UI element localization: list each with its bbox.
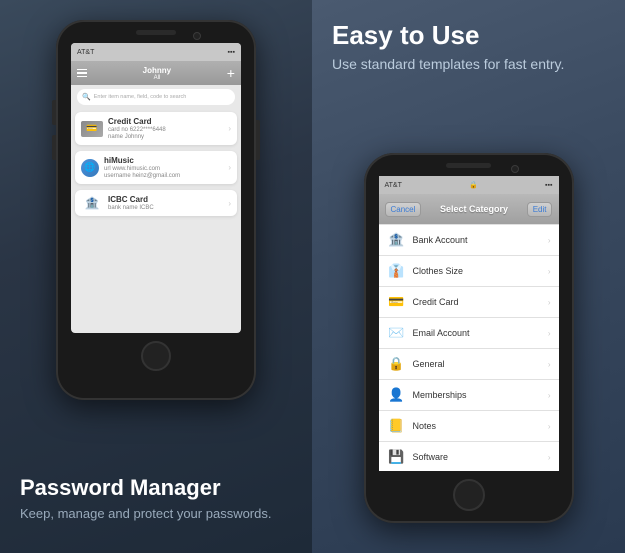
left-headline: Password Manager [20,475,292,501]
credit-card-icon: 💳 [81,121,103,137]
email-account-label: Email Account [413,328,542,338]
notes-label: Notes [413,421,542,431]
screen-right: AT&T 🔒 ▪▪▪ Cancel Select Category Edit 🏦… [379,176,559,471]
bank-account-arrow: › [548,236,551,245]
category-list: 🏦 Bank Account › 👔 Clothes Size › 💳 Cred… [379,224,559,471]
nav-title: Select Category [440,204,508,214]
home-button-right[interactable] [453,479,485,511]
right-panel: Easy to Use Use standard templates for f… [312,0,625,553]
memberships-icon: 👤 [387,385,407,405]
clothes-size-arrow: › [548,267,551,276]
card-himusic[interactable]: 🌐 hiMusic url www.himusic.com username h… [75,151,237,184]
card-credit[interactable]: 💳 Credit Card card no 6222****6448 name … [75,112,237,145]
email-account-arrow: › [548,329,551,338]
left-subtext: Keep, manage and protect your passwords. [20,505,292,523]
battery-right: ▪▪▪ [545,182,552,189]
status-bar-left: AT&T ▪▪▪ [71,43,241,61]
credit-card-cat-arrow: › [548,298,551,307]
general-icon: 🔒 [387,354,407,374]
left-panel: AT&T ▪▪▪ Johnny All + 🔍 Enter item name,… [0,0,312,553]
right-headline: Easy to Use [332,20,605,51]
add-button-left[interactable]: + [227,65,235,81]
status-bar-right: AT&T 🔒 ▪▪▪ [379,176,559,194]
credit-card-title: Credit Card [108,117,223,126]
category-item-notes[interactable]: 📒 Notes › [379,411,559,442]
memberships-label: Memberships [413,390,542,400]
search-icon-left: 🔍 [82,93,91,101]
battery-left: ▪▪▪ [228,49,235,56]
credit-card-cat-icon: 💳 [387,292,407,312]
phone-right: AT&T 🔒 ▪▪▪ Cancel Select Category Edit 🏦… [364,153,574,523]
memberships-arrow: › [548,391,551,400]
clothes-size-label: Clothes Size [413,266,542,276]
screen-left: AT&T ▪▪▪ Johnny All + 🔍 Enter item name,… [71,43,241,333]
email-account-icon: ✉️ [387,323,407,343]
right-header: Easy to Use Use standard templates for f… [332,20,605,75]
right-subtext: Use standard templates for fast entry. [332,55,605,75]
left-bottom-text: Password Manager Keep, manage and protec… [20,475,292,523]
software-icon: 💾 [387,447,407,467]
himusic-content: hiMusic url www.himusic.com username hei… [104,156,223,179]
icbc-detail1: bank name ICBC [108,205,223,211]
himusic-detail2: username heinz@gmail.com [104,173,223,179]
speaker-left [136,30,176,35]
hamburger-icon[interactable] [77,69,87,78]
speaker-right [446,163,491,168]
category-item-credit-card[interactable]: 💳 Credit Card › [379,287,559,318]
carrier-left: AT&T [77,49,94,56]
general-arrow: › [548,360,551,369]
clothes-size-icon: 👔 [387,261,407,281]
nav-bar-right: Cancel Select Category Edit [379,194,559,224]
edit-button[interactable]: Edit [527,202,553,217]
home-button-left[interactable] [141,341,171,371]
himusic-detail1: url www.himusic.com [104,166,223,172]
card-icbc[interactable]: 🏦 ICBC Card bank name ICBC › [75,190,237,216]
credit-card-content: Credit Card card no 6222****6448 name Jo… [108,117,223,140]
bank-account-label: Bank Account [413,235,542,245]
category-item-clothes-size[interactable]: 👔 Clothes Size › [379,256,559,287]
carrier-right: AT&T [385,182,402,189]
screen-header-left: Johnny All + [71,61,241,85]
cancel-button[interactable]: Cancel [385,202,422,217]
icbc-arrow: › [228,199,231,208]
credit-card-arrow: › [228,124,231,133]
credit-card-detail1: card no 6222****6448 [108,127,223,133]
icbc-content: ICBC Card bank name ICBC [108,195,223,211]
camera-right [511,165,519,173]
himusic-title: hiMusic [104,156,223,165]
lock-icon-right: 🔒 [469,181,478,189]
search-bar-left[interactable]: 🔍 Enter item name, field, code to search [77,89,235,105]
credit-card-detail2: name Johnny [108,134,223,140]
screen-title-left: Johnny All [143,66,171,81]
category-item-memberships[interactable]: 👤 Memberships › [379,380,559,411]
category-item-software[interactable]: 💾 Software › [379,442,559,471]
software-label: Software [413,452,542,462]
bank-account-icon: 🏦 [387,230,407,250]
himusic-arrow: › [228,163,231,172]
camera-left [193,32,201,40]
credit-card-cat-label: Credit Card [413,297,542,307]
himusic-icon: 🌐 [81,159,99,177]
general-label: General [413,359,542,369]
phone-left: AT&T ▪▪▪ Johnny All + 🔍 Enter item name,… [56,20,256,400]
icbc-icon: 🏦 [81,195,103,211]
icbc-title: ICBC Card [108,195,223,204]
software-arrow: › [548,453,551,462]
category-item-bank-account[interactable]: 🏦 Bank Account › [379,224,559,256]
category-item-general[interactable]: 🔒 General › [379,349,559,380]
notes-arrow: › [548,422,551,431]
category-item-email-account[interactable]: ✉️ Email Account › [379,318,559,349]
notes-icon: 📒 [387,416,407,436]
